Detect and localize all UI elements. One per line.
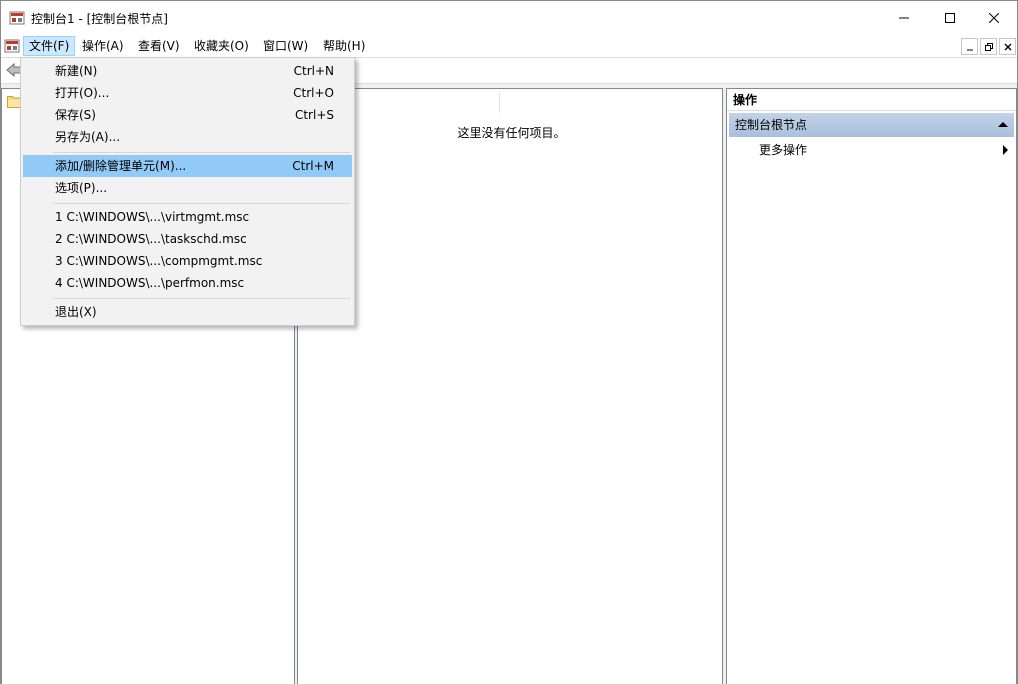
minimize-button[interactable] (881, 1, 927, 35)
close-icon (1004, 40, 1012, 54)
empty-list-message: 这里没有任何项目。 (457, 126, 566, 140)
menu-item-shortcut: Ctrl+M (292, 159, 334, 173)
menu-item-new[interactable]: 新建(N) Ctrl+N (23, 60, 352, 82)
maximize-button[interactable] (927, 1, 973, 35)
menu-separator (53, 152, 350, 153)
menu-item-shortcut: Ctrl+O (293, 86, 334, 100)
title-bar: 控制台1 - [控制台根节点] (1, 1, 1017, 35)
menu-item-recent-1[interactable]: 1 C:\WINDOWS\...\virtmgmt.msc (23, 206, 352, 228)
menu-window[interactable]: 窗口(W) (257, 36, 314, 56)
minimize-icon (899, 13, 909, 23)
mmc-window: 控制台1 - [控制台根节点] 文件(F) 操作(A) 查看(V) 收藏夹(O)… (0, 0, 1018, 684)
menu-item-open[interactable]: 打开(O)... Ctrl+O (23, 82, 352, 104)
mmc-app-icon (9, 10, 25, 26)
menu-item-label: 添加/删除管理单元(M)... (55, 159, 187, 173)
menu-item-recent-4[interactable]: 4 C:\WINDOWS\...\perfmon.msc (23, 272, 352, 294)
minimize-icon (966, 40, 974, 54)
menu-item-save[interactable]: 保存(S) Ctrl+S (23, 104, 352, 126)
menu-item-add-remove-snapin[interactable]: 添加/删除管理单元(M)... Ctrl+M (23, 155, 352, 177)
actions-section-header[interactable]: 控制台根节点 (729, 113, 1014, 137)
menu-item-save-as[interactable]: 另存为(A)... (23, 126, 352, 148)
actions-pane: 操作 控制台根节点 更多操作 (726, 88, 1017, 684)
child-minimize-button[interactable] (961, 38, 978, 55)
menu-action[interactable]: 操作(A) (76, 36, 130, 56)
menu-item-label: 另存为(A)... (55, 130, 121, 144)
menu-item-label: 保存(S) (55, 108, 96, 122)
close-button[interactable] (971, 1, 1017, 35)
menu-item-exit[interactable]: 退出(X) (23, 301, 352, 323)
action-more-actions[interactable]: 更多操作 (759, 141, 807, 159)
close-icon (989, 13, 999, 23)
menu-favorites[interactable]: 收藏夹(O) (188, 36, 255, 56)
file-menu-dropdown: 新建(N) Ctrl+N 打开(O)... Ctrl+O 保存(S) Ctrl+… (20, 57, 355, 326)
menu-item-label: 选项(P)... (55, 181, 108, 195)
menu-separator (53, 203, 350, 204)
menu-item-label: 新建(N) (55, 64, 98, 78)
menu-help[interactable]: 帮助(H) (317, 36, 371, 56)
menu-item-shortcut: Ctrl+S (294, 108, 334, 122)
menu-item-label: 打开(O)... (55, 86, 110, 100)
actions-section-title: 控制台根节点 (735, 118, 808, 132)
menu-view[interactable]: 查看(V) (132, 36, 186, 56)
document-system-menu-icon[interactable] (4, 38, 20, 54)
menu-item-options[interactable]: 选项(P)... (23, 177, 352, 199)
menu-separator (53, 298, 350, 299)
maximize-icon (945, 13, 955, 23)
actions-header: 操作 (727, 89, 1016, 111)
menu-item-label: 3 C:\WINDOWS\...\compmgmt.msc (55, 254, 263, 268)
child-close-button[interactable] (999, 38, 1016, 55)
menu-bar: 文件(F) 操作(A) 查看(V) 收藏夹(O) 窗口(W) 帮助(H) (1, 35, 1017, 57)
menu-item-label: 2 C:\WINDOWS\...\taskschd.msc (55, 232, 247, 246)
menu-item-label: 退出(X) (55, 305, 97, 319)
menu-item-label: 4 C:\WINDOWS\...\perfmon.msc (55, 276, 245, 290)
menu-item-label: 1 C:\WINDOWS\...\virtmgmt.msc (55, 210, 250, 224)
menu-item-recent-2[interactable]: 2 C:\WINDOWS\...\taskschd.msc (23, 228, 352, 250)
menu-file[interactable]: 文件(F) (23, 36, 76, 56)
menu-item-recent-3[interactable]: 3 C:\WINDOWS\...\compmgmt.msc (23, 250, 352, 272)
menu-item-shortcut: Ctrl+N (293, 64, 334, 78)
result-pane[interactable]: 这里没有任何项目。 (297, 88, 723, 684)
restore-icon (984, 40, 993, 54)
collapse-up-icon[interactable] (998, 122, 1008, 127)
window-title: 控制台1 - [控制台根节点] (31, 12, 168, 26)
child-restore-button[interactable] (980, 38, 997, 55)
column-divider[interactable] (499, 91, 500, 113)
submenu-arrow-icon[interactable] (1003, 145, 1008, 155)
